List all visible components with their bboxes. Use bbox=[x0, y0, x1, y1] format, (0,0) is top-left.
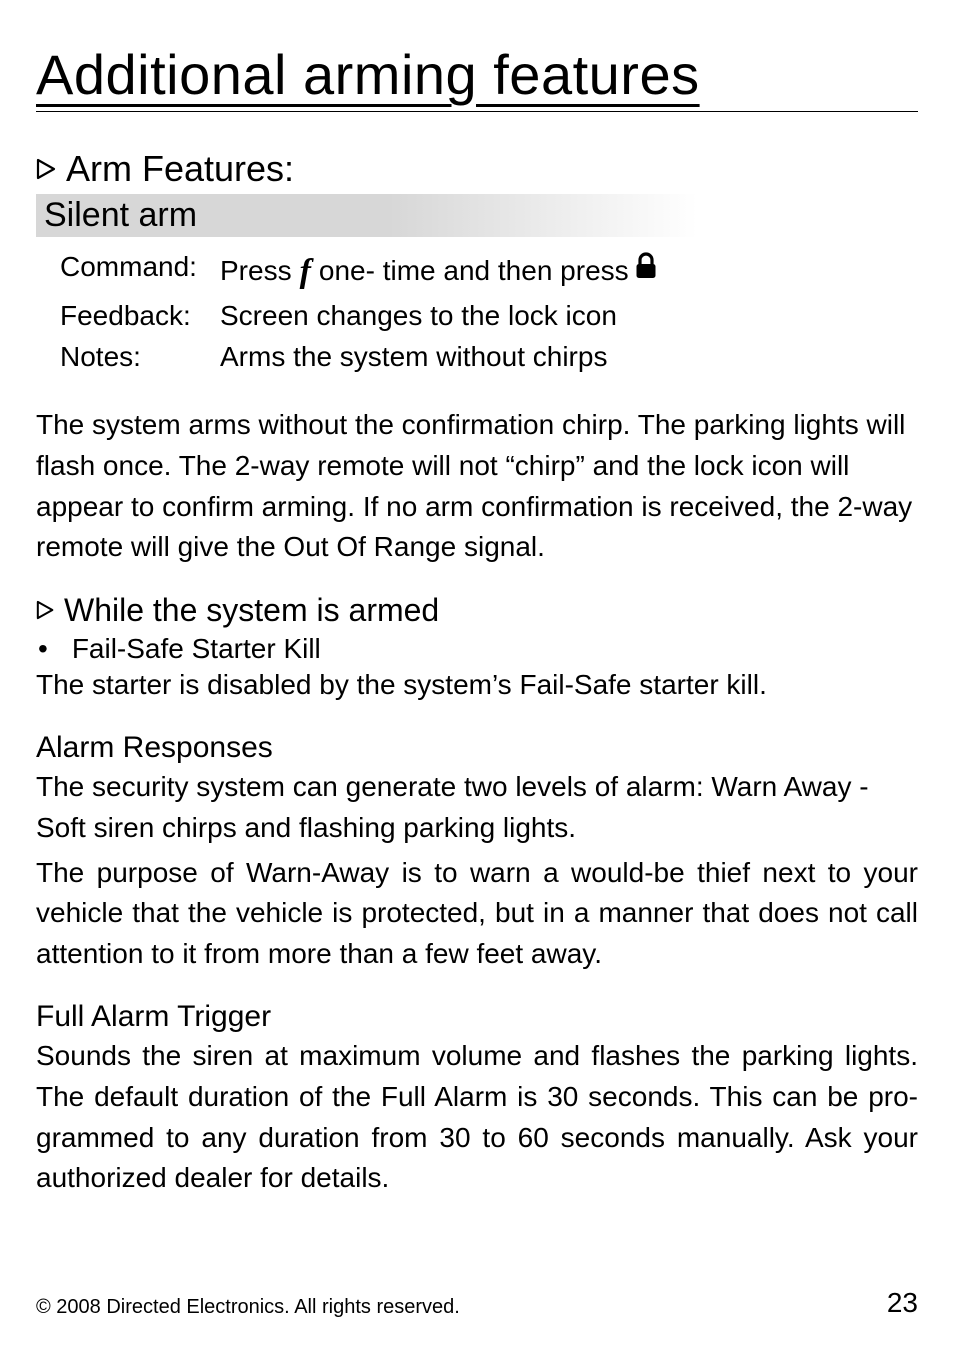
heading-alarm-responses: Alarm Responses bbox=[36, 731, 918, 765]
f-key-icon: f bbox=[296, 247, 315, 296]
bullet-text: Fail-Safe Starter Kill bbox=[72, 633, 321, 665]
value-notes: Arms the system without chirps bbox=[220, 337, 607, 378]
row-notes: Notes: Arms the system without chirps bbox=[60, 337, 918, 378]
paragraph-failsafe: The starter is disabled by the system’s … bbox=[36, 665, 918, 706]
row-feedback: Feedback: Screen changes to the lock ico… bbox=[60, 296, 918, 337]
text: Press bbox=[220, 251, 292, 292]
bullet-failsafe: • Fail-Safe Starter Kill bbox=[38, 633, 918, 665]
paragraph-full-alarm: Sounds the siren at maximum volume and f… bbox=[36, 1036, 918, 1198]
section-label: While the system is armed bbox=[64, 592, 439, 629]
section-label: Arm Features: bbox=[66, 148, 294, 190]
section-arm-features: Arm Features: bbox=[36, 148, 918, 190]
paragraph-silent-arm: The system arms without the confirmation… bbox=[36, 405, 918, 567]
value-command: Press f one- time and then press bbox=[220, 247, 659, 296]
bullet-icon: • bbox=[38, 635, 48, 663]
page: Additional arming features Arm Features:… bbox=[0, 0, 954, 1359]
label-command: Command bbox=[60, 251, 189, 282]
command-block: Command: Press f one- time and then pres… bbox=[36, 247, 918, 377]
section-while-armed: While the system is armed bbox=[36, 592, 918, 629]
paragraph-alarm-2: The purpose of Warn-Away is to warn a wo… bbox=[36, 853, 918, 975]
page-number: 23 bbox=[887, 1287, 918, 1319]
subsection-silent-arm: Silent arm bbox=[36, 194, 918, 237]
text: one- time and then press bbox=[319, 251, 629, 292]
chevron-right-icon bbox=[36, 600, 56, 620]
value-feedback: Screen changes to the lock icon bbox=[220, 296, 617, 337]
heading-full-alarm: Full Alarm Trigger bbox=[36, 1000, 918, 1034]
paragraph-alarm-1: The security system can generate two lev… bbox=[36, 767, 918, 848]
label-notes: Notes bbox=[60, 341, 133, 372]
copyright: © 2008 Directed Electronics. All rights … bbox=[36, 1296, 460, 1319]
row-command: Command: Press f one- time and then pres… bbox=[60, 247, 918, 296]
chevron-right-icon bbox=[36, 158, 58, 180]
page-title: Additional arming features bbox=[36, 42, 918, 111]
title-rule: Additional arming features bbox=[36, 42, 918, 112]
footer: © 2008 Directed Electronics. All rights … bbox=[36, 1287, 918, 1319]
label-feedback: Feedback bbox=[60, 300, 183, 331]
lock-icon bbox=[633, 251, 659, 292]
